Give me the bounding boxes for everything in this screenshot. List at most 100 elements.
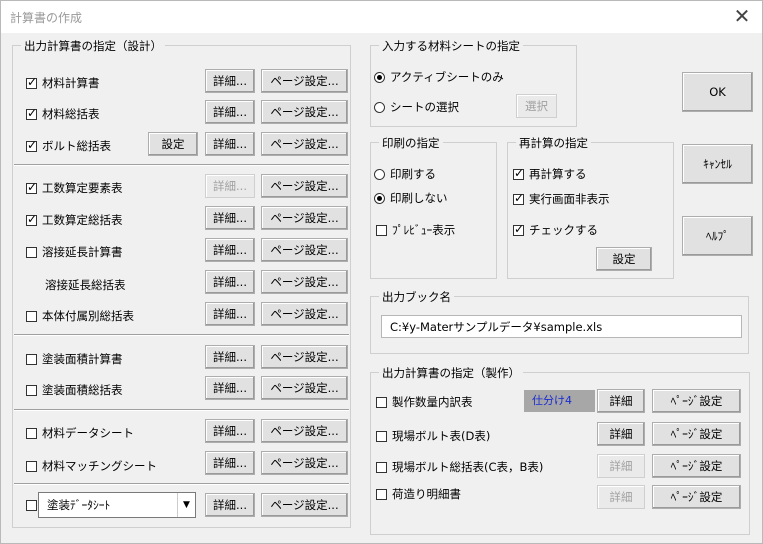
weld-length-calc-page-setup-button[interactable]: ページ設定... (261, 238, 348, 262)
site-bolt-d-page-setup-button[interactable]: ﾍﾟｰｼﾞ設定 (652, 422, 741, 446)
checkbox-unchecked[interactable] (26, 500, 37, 511)
weld-length-calc-detail-button[interactable]: 詳細... (205, 238, 255, 262)
material-matching-checkbox[interactable]: 材料マッチングシート (26, 458, 157, 474)
select-sheet-radio[interactable]: シートの選択 (374, 99, 459, 115)
active-sheet-label: アクティブシートのみ (390, 70, 504, 84)
labor-summary-detail-button[interactable]: 詳細... (205, 206, 255, 230)
site-bolt-d-detail-button[interactable]: 詳細 (597, 422, 645, 446)
print-no-radio[interactable]: 印刷しない (374, 190, 448, 206)
weld-length-calc-checkbox[interactable]: 溶接延長計算書 (26, 244, 123, 260)
checkbox-unchecked[interactable] (376, 430, 387, 442)
active-sheet-radio[interactable]: アクティブシートのみ (374, 69, 504, 85)
weld-length-summary-detail-button[interactable]: 詳細... (205, 270, 255, 294)
paint-area-calc-checkbox[interactable]: 塗装面積計算書 (26, 351, 123, 367)
checkbox-checked[interactable] (26, 75, 37, 89)
check-label: チェックする (529, 223, 598, 237)
body-fitting-page-setup-button[interactable]: ページ設定... (261, 302, 348, 326)
check-checkbox[interactable]: チェックする (513, 222, 598, 238)
qty-breakdown-page-setup-button[interactable]: ﾍﾟｰｼﾞ設定 (652, 389, 741, 413)
checkbox-unchecked[interactable] (26, 384, 37, 396)
paint-data-combo[interactable]: 塗装ﾃﾞｰﾀｼｰﾄ ▼ (38, 492, 196, 518)
labor-summary-label: 工数算定総括表 (42, 213, 123, 227)
labor-summary-page-setup-button[interactable]: ページ設定... (261, 206, 348, 230)
radio-selected[interactable] (374, 192, 385, 204)
preview-checkbox[interactable]: ﾌﾟﾚﾋﾞｭｰ表示 (376, 222, 455, 238)
paint-area-summary-detail-button[interactable]: 詳細... (205, 376, 255, 400)
output-book-path-field[interactable]: C:¥y-Materサンプルデータ¥sample.xls (381, 315, 742, 338)
checkbox-checked[interactable] (26, 212, 37, 226)
weld-length-summary-page-setup-button[interactable]: ページ設定... (261, 270, 348, 294)
checkbox-unchecked[interactable] (26, 246, 37, 258)
packing-list-detail-button[interactable]: 詳細 (597, 485, 645, 509)
paint-data-detail-button[interactable]: 詳細... (205, 493, 255, 517)
site-bolt-summary-detail-button[interactable]: 詳細 (597, 454, 645, 478)
qty-breakdown-checkbox[interactable]: 製作数量内訳表 (376, 394, 473, 410)
checkbox-checked[interactable] (513, 191, 524, 205)
body-fitting-detail-button[interactable]: 詳細... (205, 302, 255, 326)
cancel-button[interactable]: ｷｬﾝｾﾙ (682, 144, 753, 184)
help-button[interactable]: ﾍﾙﾌﾟ (682, 216, 753, 256)
weld-length-summary-label: 溶接延長総括表 (45, 278, 126, 292)
material-summary-detail-button[interactable]: 詳細... (205, 100, 255, 124)
bolt-summary-setting-button[interactable]: 設定 (148, 132, 198, 156)
material-data-page-setup-button[interactable]: ページ設定... (261, 419, 348, 443)
site-bolt-d-checkbox[interactable]: 現場ボルト表(D表) (376, 428, 490, 444)
checkbox-checked[interactable] (26, 138, 37, 152)
material-matching-page-setup-button[interactable]: ページ設定... (261, 451, 348, 475)
material-summary-page-setup-button[interactable]: ページ設定... (261, 100, 348, 124)
checkbox-checked[interactable] (513, 222, 524, 236)
bolt-summary-checkbox[interactable]: ボルト総括表 (26, 138, 111, 154)
print-yes-radio[interactable]: 印刷する (374, 166, 436, 182)
radio-unselected[interactable] (374, 168, 385, 180)
material-calc-checkbox[interactable]: 材料計算書 (26, 75, 100, 91)
ok-button[interactable]: OK (682, 72, 753, 112)
site-bolt-summary-checkbox[interactable]: 現場ボルト総括表(C表，B表) (376, 459, 543, 475)
paint-area-calc-detail-button[interactable]: 詳細... (205, 345, 255, 369)
paint-area-summary-page-setup-button[interactable]: ページ設定... (261, 376, 348, 400)
material-matching-detail-button[interactable]: 詳細... (205, 451, 255, 475)
material-summary-checkbox[interactable]: 材料総括表 (26, 106, 100, 122)
radio-unselected[interactable] (374, 101, 385, 113)
packing-list-page-setup-button[interactable]: ﾍﾟｰｼﾞ設定 (652, 485, 741, 509)
body-fitting-label: 本体付属別総括表 (42, 309, 134, 323)
checkbox-unchecked[interactable] (376, 396, 387, 408)
packing-list-checkbox[interactable]: 荷造り明細書 (376, 486, 461, 502)
bolt-summary-detail-button[interactable]: 詳細... (205, 132, 255, 156)
sort-tag: 仕分け4 (524, 390, 595, 412)
recalc-setting-button[interactable]: 設定 (596, 247, 652, 271)
radio-selected[interactable] (374, 71, 385, 83)
body-fitting-checkbox[interactable]: 本体付属別総括表 (26, 308, 134, 324)
material-data-checkbox[interactable]: 材料データシート (26, 425, 134, 441)
material-data-detail-button[interactable]: 詳細... (205, 419, 255, 443)
checkbox-unchecked[interactable] (376, 224, 387, 236)
bolt-summary-page-setup-button[interactable]: ページ設定... (261, 132, 348, 156)
material-calc-detail-button[interactable]: 詳細... (205, 69, 255, 93)
hide-screen-checkbox[interactable]: 実行画面非表示 (513, 191, 610, 207)
select-sheet-button[interactable]: 選択 (516, 94, 557, 118)
paint-data-page-setup-button[interactable]: ページ設定... (261, 493, 348, 517)
qty-breakdown-detail-button[interactable]: 詳細 (597, 389, 645, 413)
site-bolt-summary-page-setup-button[interactable]: ﾍﾟｰｼﾞ設定 (652, 454, 741, 478)
checkbox-unchecked[interactable] (26, 460, 37, 472)
chevron-down-icon[interactable]: ▼ (177, 493, 195, 517)
checkbox-unchecked[interactable] (376, 461, 387, 473)
checkbox-unchecked[interactable] (26, 310, 37, 322)
paint-area-calc-page-setup-button[interactable]: ページ設定... (261, 345, 348, 369)
labor-summary-checkbox[interactable]: 工数算定総括表 (26, 212, 123, 228)
checkbox-checked[interactable] (26, 106, 37, 120)
labor-element-page-setup-button[interactable]: ページ設定... (261, 174, 348, 198)
checkbox-unchecked[interactable] (26, 353, 37, 365)
paint-data-combo-value: 塗装ﾃﾞｰﾀｼｰﾄ (47, 498, 111, 512)
divider (14, 334, 349, 336)
checkbox-checked[interactable] (513, 166, 524, 180)
checkbox-checked[interactable] (26, 180, 37, 194)
paint-area-summary-checkbox[interactable]: 塗装面積総括表 (26, 382, 123, 398)
close-icon[interactable]: ✕ (728, 3, 756, 29)
recalc-checkbox[interactable]: 再計算する (513, 166, 587, 182)
checkbox-unchecked[interactable] (376, 488, 387, 500)
material-calc-page-setup-button[interactable]: ページ設定... (261, 69, 348, 93)
checkbox-unchecked[interactable] (26, 427, 37, 439)
labor-element-detail-button[interactable]: 詳細... (205, 174, 255, 198)
labor-element-checkbox[interactable]: 工数算定要素表 (26, 180, 123, 196)
packing-list-label: 荷造り明細書 (392, 487, 461, 501)
